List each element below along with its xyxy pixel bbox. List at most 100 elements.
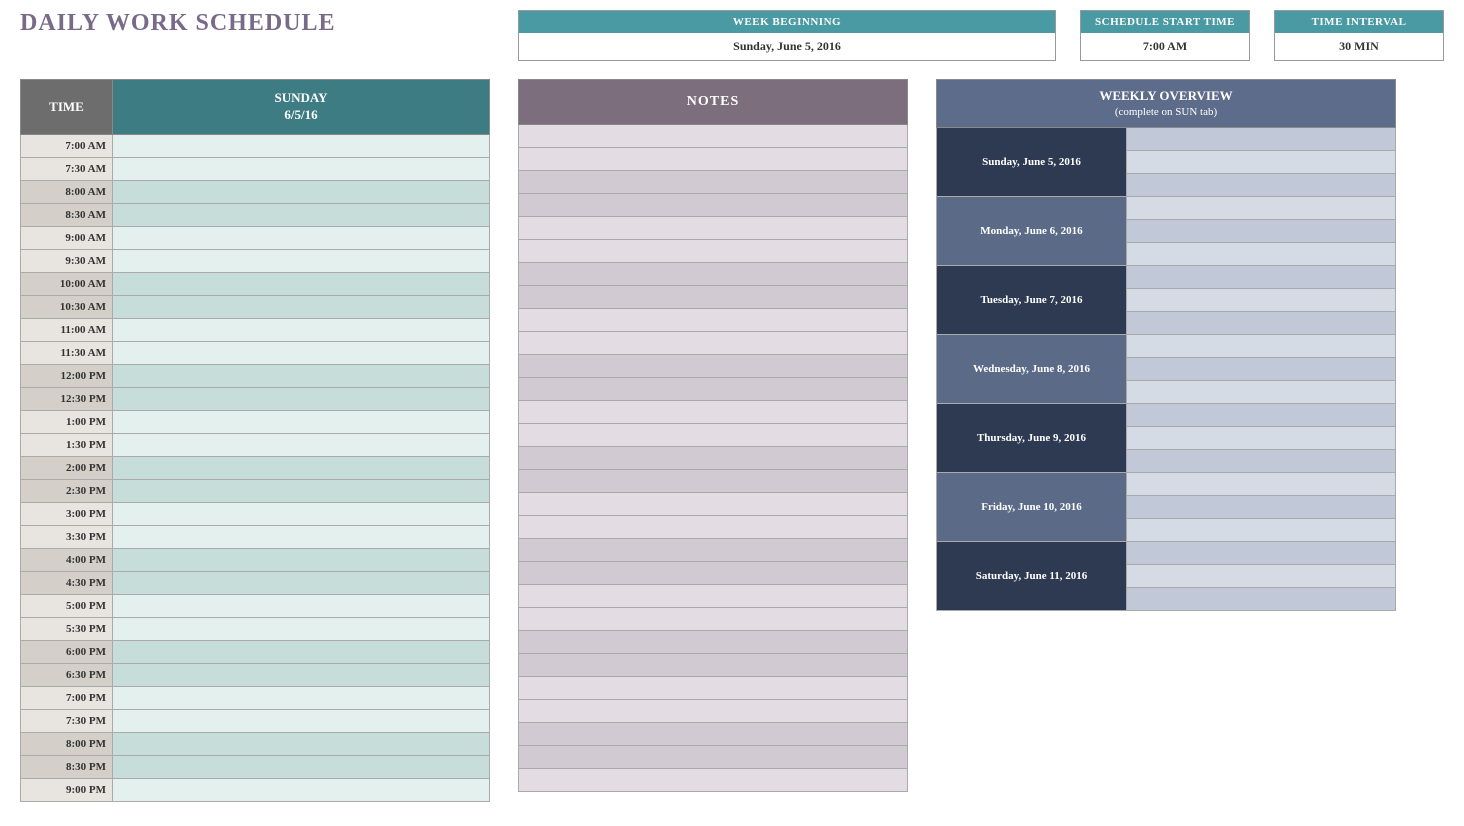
schedule-entry-cell[interactable] [113, 479, 490, 502]
overview-value-cell[interactable] [1127, 312, 1396, 335]
notes-cell[interactable] [519, 493, 908, 516]
interval-box: TIME INTERVAL 30 MIN [1274, 10, 1444, 61]
time-cell: 3:00 PM [21, 502, 113, 525]
notes-cell[interactable] [519, 194, 908, 217]
overview-value-cell[interactable] [1127, 243, 1396, 266]
overview-value-cell[interactable] [1127, 151, 1396, 174]
schedule-entry-cell[interactable] [113, 249, 490, 272]
start-time-value[interactable]: 7:00 AM [1081, 33, 1249, 60]
schedule-entry-cell[interactable] [113, 295, 490, 318]
notes-cell[interactable] [519, 608, 908, 631]
notes-cell[interactable] [519, 539, 908, 562]
overview-value-cell[interactable] [1127, 335, 1396, 358]
notes-cell[interactable] [519, 263, 908, 286]
overview-value-cell[interactable] [1127, 450, 1396, 473]
notes-cell[interactable] [519, 654, 908, 677]
schedule-entry-cell[interactable] [113, 433, 490, 456]
schedule-entry-cell[interactable] [113, 318, 490, 341]
schedule-entry-cell[interactable] [113, 640, 490, 663]
notes-cell[interactable] [519, 401, 908, 424]
notes-cell[interactable] [519, 516, 908, 539]
schedule-entry-cell[interactable] [113, 594, 490, 617]
interval-value[interactable]: 30 MIN [1275, 33, 1443, 60]
notes-cell[interactable] [519, 355, 908, 378]
schedule-entry-cell[interactable] [113, 180, 490, 203]
schedule-entry-cell[interactable] [113, 709, 490, 732]
time-cell: 11:00 AM [21, 318, 113, 341]
overview-value-cell[interactable] [1127, 588, 1396, 611]
overview-value-cell[interactable] [1127, 496, 1396, 519]
schedule-entry-cell[interactable] [113, 226, 490, 249]
time-cell: 4:30 PM [21, 571, 113, 594]
day-column-header: SUNDAY 6/5/16 [113, 80, 490, 135]
time-cell: 7:00 AM [21, 134, 113, 157]
notes-cell[interactable] [519, 700, 908, 723]
notes-cell[interactable] [519, 332, 908, 355]
overview-value-cell[interactable] [1127, 473, 1396, 496]
notes-table: NOTES [518, 79, 908, 792]
schedule-entry-cell[interactable] [113, 617, 490, 640]
notes-cell[interactable] [519, 470, 908, 493]
overview-value-cell[interactable] [1127, 174, 1396, 197]
time-cell: 8:00 PM [21, 732, 113, 755]
notes-cell[interactable] [519, 378, 908, 401]
time-cell: 7:30 AM [21, 157, 113, 180]
schedule-entry-cell[interactable] [113, 755, 490, 778]
schedule-entry-cell[interactable] [113, 387, 490, 410]
overview-day-label: Tuesday, June 7, 2016 [937, 266, 1127, 335]
schedule-entry-cell[interactable] [113, 548, 490, 571]
overview-value-cell[interactable] [1127, 197, 1396, 220]
notes-cell[interactable] [519, 240, 908, 263]
overview-value-cell[interactable] [1127, 542, 1396, 565]
schedule-entry-cell[interactable] [113, 272, 490, 295]
notes-cell[interactable] [519, 424, 908, 447]
notes-cell[interactable] [519, 217, 908, 240]
schedule-entry-cell[interactable] [113, 525, 490, 548]
overview-value-cell[interactable] [1127, 266, 1396, 289]
overview-value-cell[interactable] [1127, 519, 1396, 542]
overview-value-cell[interactable] [1127, 128, 1396, 151]
week-beginning-label: WEEK BEGINNING [519, 11, 1055, 33]
schedule-entry-cell[interactable] [113, 364, 490, 387]
notes-cell[interactable] [519, 677, 908, 700]
overview-value-cell[interactable] [1127, 381, 1396, 404]
start-time-label: SCHEDULE START TIME [1081, 11, 1249, 33]
schedule-entry-cell[interactable] [113, 571, 490, 594]
notes-cell[interactable] [519, 562, 908, 585]
notes-cell[interactable] [519, 125, 908, 148]
week-beginning-value[interactable]: Sunday, June 5, 2016 [519, 33, 1055, 60]
schedule-entry-cell[interactable] [113, 502, 490, 525]
overview-value-cell[interactable] [1127, 427, 1396, 450]
overview-day-label: Friday, June 10, 2016 [937, 473, 1127, 542]
notes-cell[interactable] [519, 286, 908, 309]
schedule-entry-cell[interactable] [113, 663, 490, 686]
overview-value-cell[interactable] [1127, 404, 1396, 427]
notes-cell[interactable] [519, 447, 908, 470]
time-cell: 8:30 PM [21, 755, 113, 778]
schedule-entry-cell[interactable] [113, 686, 490, 709]
time-cell: 12:00 PM [21, 364, 113, 387]
time-cell: 1:30 PM [21, 433, 113, 456]
notes-cell[interactable] [519, 631, 908, 654]
schedule-entry-cell[interactable] [113, 134, 490, 157]
notes-cell[interactable] [519, 171, 908, 194]
notes-cell[interactable] [519, 769, 908, 792]
schedule-entry-cell[interactable] [113, 203, 490, 226]
notes-cell[interactable] [519, 148, 908, 171]
schedule-entry-cell[interactable] [113, 157, 490, 180]
notes-cell[interactable] [519, 585, 908, 608]
time-cell: 8:00 AM [21, 180, 113, 203]
overview-table: WEEKLY OVERVIEW (complete on SUN tab) Su… [936, 79, 1396, 611]
schedule-entry-cell[interactable] [113, 732, 490, 755]
notes-cell[interactable] [519, 723, 908, 746]
schedule-entry-cell[interactable] [113, 778, 490, 801]
schedule-entry-cell[interactable] [113, 341, 490, 364]
overview-value-cell[interactable] [1127, 358, 1396, 381]
notes-cell[interactable] [519, 309, 908, 332]
overview-value-cell[interactable] [1127, 220, 1396, 243]
schedule-entry-cell[interactable] [113, 456, 490, 479]
notes-cell[interactable] [519, 746, 908, 769]
schedule-entry-cell[interactable] [113, 410, 490, 433]
overview-value-cell[interactable] [1127, 565, 1396, 588]
overview-value-cell[interactable] [1127, 289, 1396, 312]
